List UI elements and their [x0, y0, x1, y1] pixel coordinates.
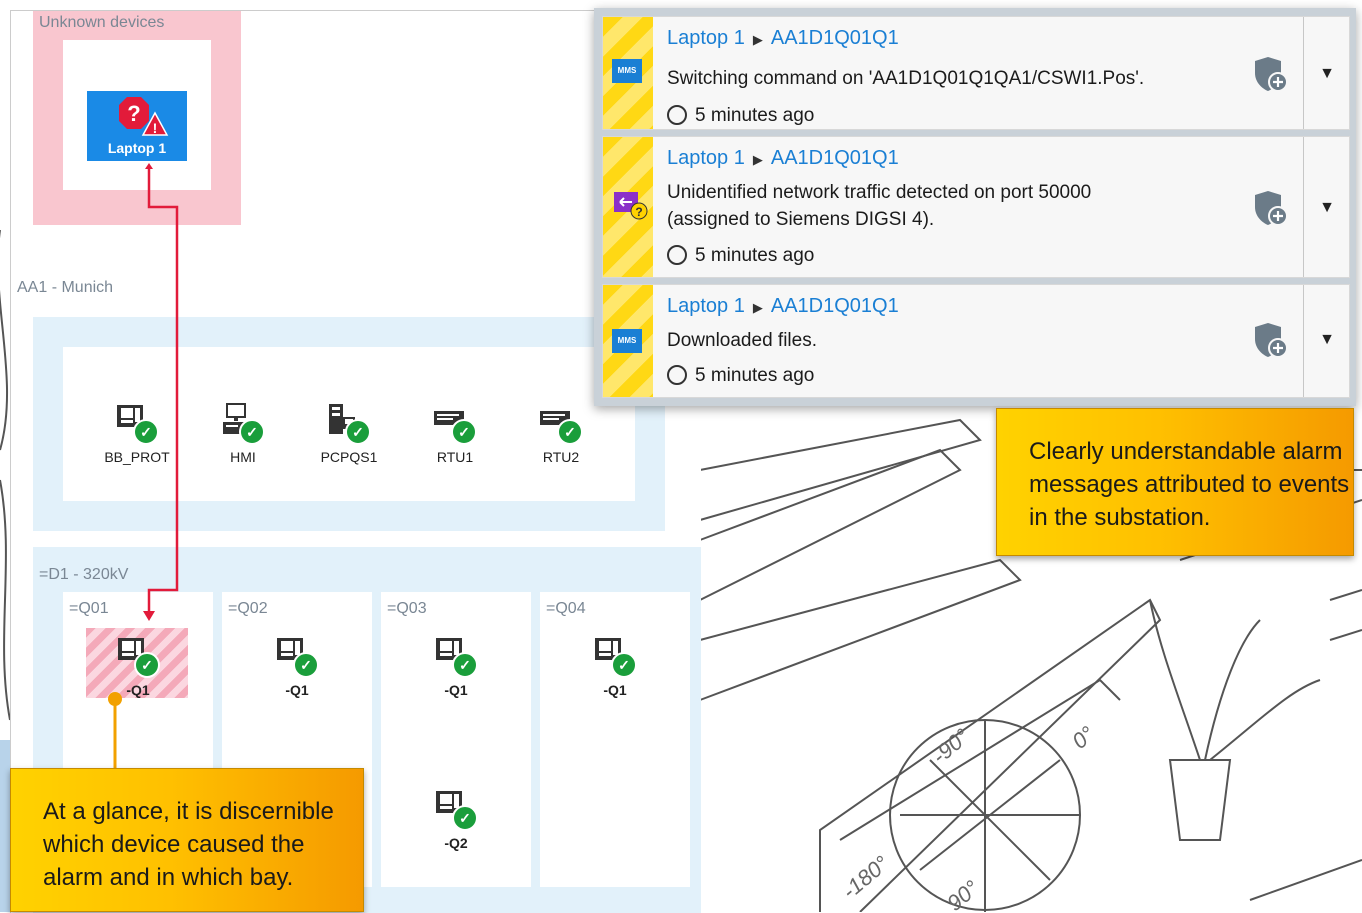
expand-chevron-down-icon[interactable]: ▼ — [1317, 65, 1337, 83]
alarm-source-link[interactable]: Laptop 1 — [667, 27, 745, 49]
alarm-target-link[interactable]: AA1D1Q01Q1 — [771, 27, 899, 49]
alarm-item-3[interactable]: MMS Laptop 1 ▶ AA1D1Q01Q1 Downloaded files… — [602, 284, 1350, 398]
alarm-item-1[interactable]: MMS Laptop 1 ▶ AA1D1Q01Q1 Switching comman… — [602, 16, 1350, 130]
path-separator-icon: ▶ — [752, 152, 763, 167]
path-separator-icon: ▶ — [752, 32, 763, 47]
alarm-time: 5 minutes ago — [695, 105, 815, 126]
unknown-traffic-icon: ? — [614, 192, 648, 220]
alarm-item-2[interactable]: ? Laptop 1 ▶ AA1D1Q01Q1 Unidentified netwo… — [602, 136, 1350, 278]
alarm-source-link[interactable]: Laptop 1 — [667, 295, 745, 317]
svg-text:?: ? — [635, 205, 642, 219]
svg-text:90°: 90° — [942, 875, 984, 912]
svg-text:0°: 0° — [1067, 721, 1099, 754]
svg-text:-180°: -180° — [837, 851, 894, 904]
add-exception-shield-icon[interactable] — [1251, 55, 1291, 95]
alarm-messages-callout: Clearly understandable alarm messages at… — [996, 408, 1354, 556]
device-bay-callout: At a glance, it is discernible which dev… — [10, 768, 364, 912]
alarm-time: 5 minutes ago — [695, 365, 815, 386]
mms-icon: MMS — [612, 329, 642, 353]
expand-chevron-down-icon[interactable]: ▼ — [1317, 331, 1337, 349]
alarm-notification-panel: MMS Laptop 1 ▶ AA1D1Q01Q1 Switching comman… — [594, 8, 1356, 406]
expand-chevron-down-icon[interactable]: ▼ — [1317, 199, 1337, 217]
clock-icon — [667, 105, 687, 125]
alarm-message: Switching command on 'AA1D1Q01Q1QA1/CSWI… — [667, 68, 1145, 89]
divider — [1303, 17, 1304, 129]
add-exception-shield-icon[interactable] — [1251, 321, 1291, 361]
clock-icon — [667, 245, 687, 265]
add-exception-shield-icon[interactable] — [1251, 189, 1291, 229]
alarm-target-link[interactable]: AA1D1Q01Q1 — [771, 147, 899, 169]
alarm-source-link[interactable]: Laptop 1 — [667, 147, 745, 169]
divider — [1303, 285, 1304, 397]
alarm-message: Downloaded files. — [667, 330, 817, 351]
clock-icon — [667, 365, 687, 385]
alarm-time: 5 minutes ago — [695, 245, 815, 266]
divider — [1303, 137, 1304, 277]
path-separator-icon: ▶ — [752, 300, 763, 315]
mms-icon: MMS — [612, 59, 642, 83]
alarm-message: Unidentified network traffic detected on… — [667, 182, 1092, 230]
alarm-target-link[interactable]: AA1D1Q01Q1 — [771, 295, 899, 317]
